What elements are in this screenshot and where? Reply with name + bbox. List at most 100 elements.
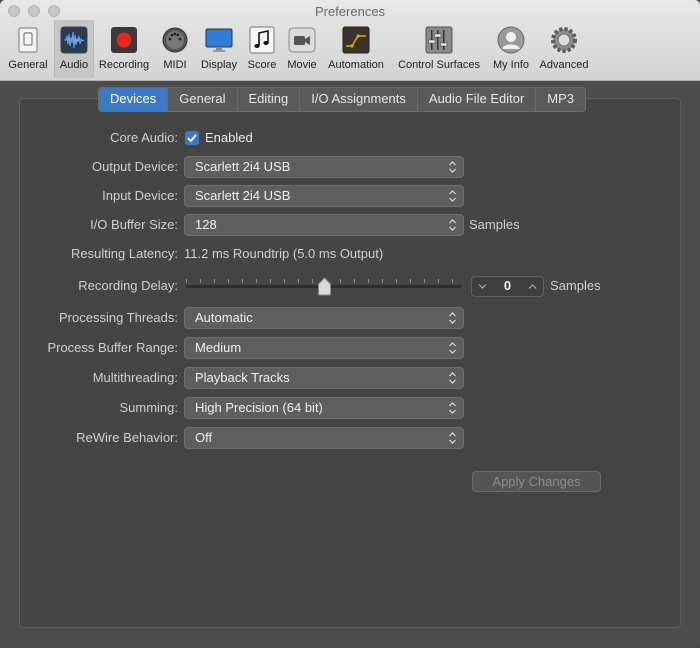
input-device-select[interactable]: Scarlett 2i4 USB (184, 185, 464, 207)
core-audio-label: Core Audio: (110, 130, 178, 145)
output-device-label: Output Device: (92, 159, 178, 174)
process-buffer-range-select[interactable]: Medium (184, 337, 464, 359)
rewire-behavior-value: Off (195, 430, 213, 445)
slider-tick (200, 279, 201, 283)
slider-tick (284, 279, 285, 283)
recording-icon (111, 27, 137, 53)
toolbar-item-display[interactable]: Display (198, 20, 240, 78)
tab-mp3[interactable]: MP3 (536, 88, 585, 111)
slider-tick (256, 279, 257, 283)
slider-tick (368, 279, 369, 283)
slider-tick (228, 279, 229, 283)
output-device-value: Scarlett 2i4 USB (195, 159, 291, 174)
core-audio-enabled-label[interactable]: Enabled (205, 130, 253, 145)
processing-threads-value: Automatic (195, 310, 253, 325)
chevron-up-down-icon (449, 219, 456, 231)
preferences-toolbar: General Audio Recording MIDI Display Sco… (0, 20, 700, 78)
chevron-up-down-icon (449, 402, 456, 414)
toolbar-label: General (8, 59, 48, 71)
slider-tick (312, 279, 313, 283)
movie-icon (288, 27, 316, 53)
multithreading-label: Multithreading: (92, 370, 178, 385)
slider-tick (186, 279, 187, 283)
toolbar-label: Control Surfaces (398, 59, 480, 71)
tab-audio-file-editor[interactable]: Audio File Editor (418, 88, 537, 111)
toolbar-item-audio[interactable]: Audio (54, 20, 94, 78)
toolbar-item-automation[interactable]: Automation (324, 20, 388, 78)
resulting-latency-value: 11.2 ms Roundtrip (5.0 ms Output) (184, 246, 384, 261)
preferences-window: Preferences General Audio Recording MIDI… (0, 0, 700, 648)
preferences-tabs: Devices General Editing I/O Assignments … (98, 87, 587, 112)
toolbar-item-advanced[interactable]: Advanced (536, 20, 592, 78)
processing-threads-select[interactable]: Automatic (184, 307, 464, 329)
slider-tick (354, 279, 355, 283)
process-buffer-range-label: Process Buffer Range: (47, 340, 178, 355)
chevron-up-down-icon (449, 190, 456, 202)
toolbar-label: Score (247, 59, 277, 71)
display-icon (205, 28, 233, 52)
chevron-up-icon[interactable] (528, 283, 537, 290)
automation-icon (342, 26, 370, 54)
apply-changes-button[interactable]: Apply Changes (472, 471, 601, 492)
recording-delay-slider-thumb[interactable] (317, 277, 332, 296)
toolbar-label: My Info (492, 59, 530, 71)
rewire-behavior-select[interactable]: Off (184, 427, 464, 449)
chevron-up-down-icon (449, 342, 456, 354)
processing-threads-label: Processing Threads: (59, 310, 178, 325)
toolbar-label: MIDI (163, 59, 187, 71)
toolbar-label: Recording (98, 59, 150, 71)
tab-editing[interactable]: Editing (238, 88, 301, 111)
slider-tick (242, 279, 243, 283)
audio-icon (60, 26, 88, 54)
core-audio-checkbox[interactable] (185, 131, 199, 145)
slider-tick (424, 279, 425, 283)
input-device-label: Input Device: (102, 188, 178, 203)
multithreading-value: Playback Tracks (195, 370, 290, 385)
score-icon (249, 26, 275, 54)
tab-general[interactable]: General (168, 88, 238, 111)
slider-tick (438, 279, 439, 283)
chevron-up-down-icon (449, 372, 456, 384)
summing-value: High Precision (64 bit) (195, 400, 323, 415)
slider-tick (270, 279, 271, 283)
io-buffer-size-value: 128 (195, 217, 217, 232)
toolbar-item-control-surfaces[interactable]: Control Surfaces (394, 20, 484, 78)
checkmark-icon (187, 134, 197, 143)
input-device-value: Scarlett 2i4 USB (195, 188, 291, 203)
toolbar-item-my-info[interactable]: My Info (490, 20, 532, 78)
advanced-icon (551, 27, 577, 53)
io-buffer-size-select[interactable]: 128 (184, 214, 464, 236)
toolbar-item-midi[interactable]: MIDI (158, 20, 192, 78)
chevron-up-down-icon (449, 432, 456, 444)
slider-tick (340, 279, 341, 283)
toolbar-label: Movie (287, 59, 317, 71)
window-title: Preferences (314, 4, 386, 19)
title-bar: Preferences General Audio Recording MIDI… (0, 0, 700, 81)
resulting-latency-label: Resulting Latency: (71, 246, 178, 261)
my-info-icon (497, 26, 525, 54)
slider-tick (396, 279, 397, 283)
toolbar-label: Automation (328, 59, 384, 71)
toolbar-label: Display (200, 59, 238, 71)
slider-tick (410, 279, 411, 283)
toolbar-label: Audio (59, 59, 89, 71)
general-icon (18, 27, 38, 53)
toolbar-item-general[interactable]: General (4, 20, 52, 78)
rewire-behavior-label: ReWire Behavior: (76, 430, 178, 445)
control-surfaces-icon (425, 26, 453, 54)
toolbar-item-recording[interactable]: Recording (96, 20, 152, 78)
recording-delay-unit: Samples (550, 278, 601, 293)
chevron-up-down-icon (449, 312, 456, 324)
output-device-select[interactable]: Scarlett 2i4 USB (184, 156, 464, 178)
io-buffer-size-unit: Samples (469, 217, 520, 232)
toolbar-item-score[interactable]: Score (244, 20, 280, 78)
summing-select[interactable]: High Precision (64 bit) (184, 397, 464, 419)
recording-delay-stepper[interactable]: 0 (471, 276, 544, 297)
slider-tick (298, 279, 299, 283)
multithreading-select[interactable]: Playback Tracks (184, 367, 464, 389)
slider-tick (382, 279, 383, 283)
toolbar-item-movie[interactable]: Movie (284, 20, 320, 78)
summing-label: Summing: (119, 400, 178, 415)
tab-io-assignments[interactable]: I/O Assignments (300, 88, 418, 111)
tab-devices[interactable]: Devices (99, 88, 169, 111)
